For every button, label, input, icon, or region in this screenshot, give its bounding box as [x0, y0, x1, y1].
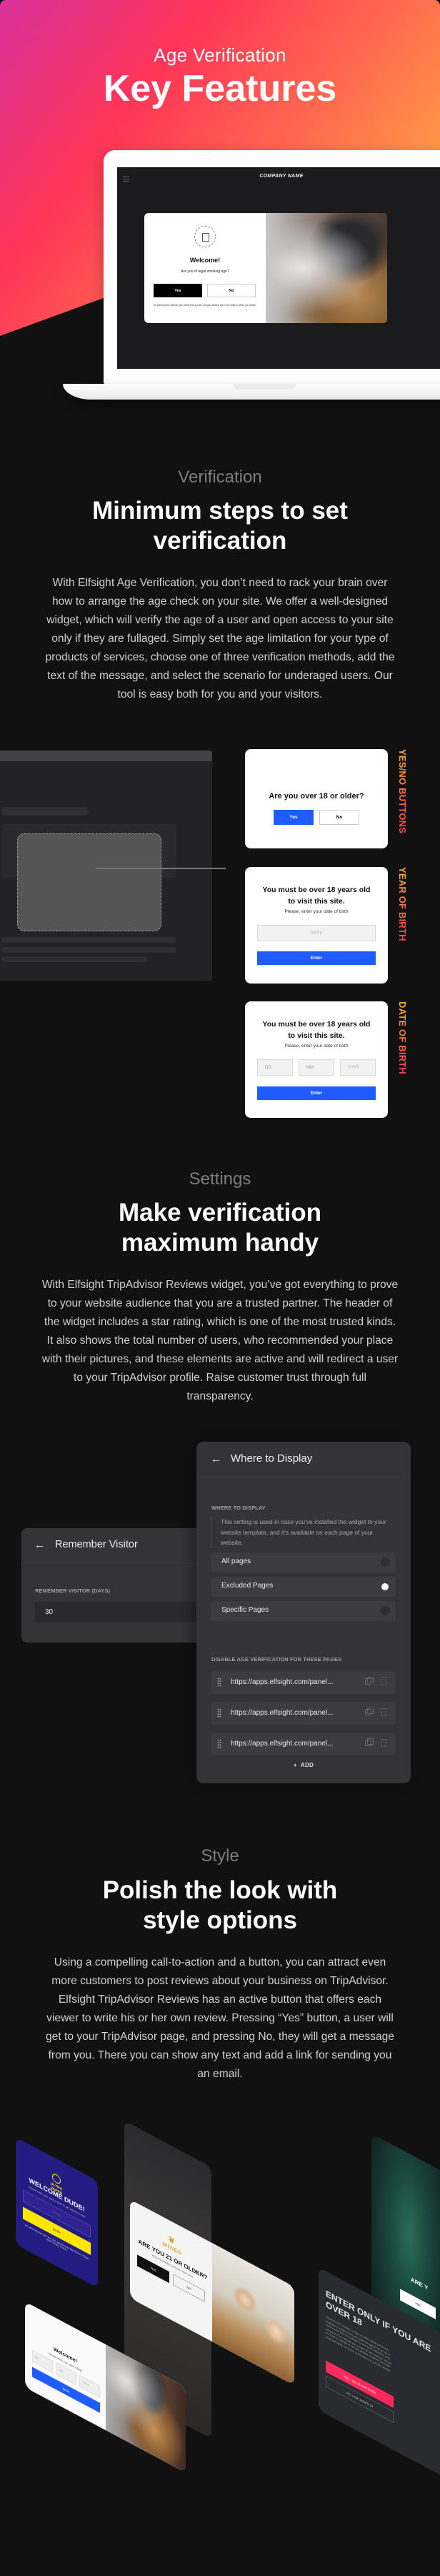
- cannabis-title: ARE Y: [411, 2276, 429, 2292]
- excluded-url-input[interactable]: https://apps.elfsight.com/panel...: [231, 1740, 356, 1748]
- duplicate-icon[interactable]: [365, 1677, 374, 1685]
- company-name: COMPANY NAME: [259, 174, 304, 179]
- widget-drop-zone[interactable]: [17, 833, 161, 931]
- verification-kicker: Verification: [178, 467, 262, 487]
- settings-kicker: Settings: [189, 1169, 251, 1189]
- enter-button[interactable]: Enter: [257, 1086, 376, 1100]
- method-label-yes-no: YES/NO BUTTONS: [394, 749, 408, 833]
- method-question: Are you over 18 or older?: [269, 792, 364, 801]
- back-arrow-icon[interactable]: ←: [211, 1453, 221, 1465]
- excluded-url-row: https://apps.elfsight.com/panel...: [211, 1671, 396, 1694]
- add-label: ADD: [300, 1762, 314, 1768]
- add-url-button[interactable]: + ADD: [196, 1762, 411, 1768]
- method-yes-button[interactable]: Yes: [274, 810, 314, 825]
- remember-visitor-panel: ← Remember Visitor REMEMBER VISITOR (DAY…: [21, 1528, 207, 1643]
- year-input[interactable]: YYYY: [257, 925, 376, 941]
- popup-no-button[interactable]: No: [207, 284, 256, 297]
- laptop-notch: [233, 384, 296, 390]
- remember-days-label: REMEMBER VISITOR (DAYS): [35, 1587, 111, 1594]
- editor-mockup: [0, 750, 212, 981]
- back-arrow-icon[interactable]: ←: [34, 1539, 45, 1551]
- wine-couple-photo: [212, 2243, 294, 2386]
- style-kicker: Style: [201, 1846, 239, 1866]
- drag-handle-icon[interactable]: [217, 1678, 221, 1687]
- radio-on-icon[interactable]: [381, 1583, 389, 1590]
- enter-button[interactable]: Enter: [257, 951, 376, 965]
- panel-header: ← Where to Display: [196, 1442, 411, 1478]
- panel-header: ← Remember Visitor: [21, 1528, 207, 1564]
- day-input[interactable]: DD: [257, 1059, 293, 1076]
- plus-icon: +: [293, 1762, 301, 1768]
- method-label-date-of-birth: DATE OF BIRTH: [394, 1001, 408, 1074]
- hero-subtitle: Age Verification: [154, 44, 286, 66]
- radio-option-excluded-pages[interactable]: Excluded Pages: [211, 1577, 396, 1597]
- editor-titlebar: [0, 750, 212, 761]
- trash-icon[interactable]: [381, 1739, 387, 1747]
- method-card-date-of-birth: You must be over 18 years old to visit t…: [245, 1001, 388, 1118]
- radio-option-specific-pages[interactable]: Specific Pages: [211, 1601, 396, 1621]
- duplicate-icon[interactable]: [365, 1708, 374, 1715]
- style-example-vape: ULTRA VAPER WELCOME DUDE! Please enter y…: [16, 2137, 98, 2289]
- disable-pages-label: DISABLE AGE VERIFICATION FOR THESE PAGES: [211, 1656, 342, 1663]
- wine-yes-button[interactable]: YES: [137, 2254, 169, 2284]
- panel-title: Where to Display: [231, 1452, 313, 1465]
- age-popup-welcome: Welcome! Are you of legal smoking age? Y…: [144, 213, 387, 323]
- year-input[interactable]: YYYY: [340, 1059, 376, 1076]
- wine-no-button[interactable]: NO: [173, 2273, 205, 2302]
- radio-off-icon[interactable]: [381, 1606, 390, 1615]
- skeleton-line: [1, 947, 176, 953]
- method-subtitle: Please, enter your date of birth: [284, 1044, 349, 1049]
- method-no-button[interactable]: No: [319, 810, 359, 825]
- where-to-display-label: WHERE TO DISPLAY: [211, 1505, 266, 1511]
- excluded-url-row: https://apps.elfsight.com/panel...: [211, 1702, 396, 1725]
- radio-label: Excluded Pages: [221, 1582, 274, 1590]
- page: Age Verification Key Features COMPANY NA…: [0, 0, 440, 2576]
- drag-handle-icon[interactable]: [217, 1708, 221, 1718]
- style-body: Using a compelling call-to-action and a …: [46, 1956, 394, 2080]
- connector-line: [96, 868, 226, 869]
- popup-yes-button[interactable]: Yes: [154, 284, 202, 297]
- popup-photo-smoking-woman: [266, 213, 387, 323]
- radio-option-all-pages[interactable]: All pages: [211, 1552, 396, 1572]
- brand-logo-icon: [194, 226, 216, 247]
- trash-icon[interactable]: [381, 1708, 387, 1716]
- skeleton-line: [1, 937, 176, 943]
- trash-icon[interactable]: [381, 1678, 387, 1685]
- month-input[interactable]: MM: [299, 1059, 334, 1076]
- method-card-yes-no: Are you over 18 or older? Yes No: [245, 749, 388, 848]
- verification-title: Minimum steps to set verification: [92, 497, 348, 555]
- method-title: You must be over 18 years old to visit t…: [262, 886, 371, 906]
- method-card-year-of-birth: You must be over 18 years old to visit t…: [245, 867, 388, 984]
- excluded-url-input[interactable]: https://apps.elfsight.com/panel...: [231, 1709, 356, 1717]
- skeleton-line: [1, 956, 148, 962]
- drag-handle-icon[interactable]: [217, 1739, 221, 1748]
- radio-off-icon[interactable]: [381, 1557, 390, 1567]
- hero-title: Key Features: [103, 68, 337, 109]
- method-label-year-of-birth: YEAR OF BIRTH: [394, 867, 408, 941]
- settings-title: Make verification maximum handy: [119, 1199, 321, 1257]
- skeleton-line: [1, 807, 89, 816]
- panel-title: Remember Visitor: [55, 1539, 138, 1550]
- excluded-url-row: https://apps.elfsight.com/panel...: [211, 1733, 396, 1755]
- settings-body: With Elfsight TripAdvisor Reviews widget…: [41, 1279, 399, 1402]
- where-to-display-note: This setting is used in case you've inst…: [211, 1517, 396, 1548]
- excluded-url-input[interactable]: https://apps.elfsight.com/panel...: [231, 1678, 356, 1686]
- duplicate-icon[interactable]: [365, 1738, 374, 1746]
- verification-body: With Elfsight Age Verification, you don’…: [45, 577, 395, 700]
- remember-days-input[interactable]: 30: [35, 1602, 207, 1623]
- radio-label: Specific Pages: [221, 1606, 269, 1614]
- where-to-display-panel: ← Where to Display WHERE TO DISPLAY This…: [196, 1442, 411, 1783]
- popup-title: Welcome!: [189, 257, 221, 264]
- style-title: Polish the look with style options: [102, 1876, 338, 1934]
- popup-question: Are you of legal smoking age?: [181, 269, 229, 274]
- method-subtitle: Please, enter your date of birth: [284, 909, 349, 914]
- radio-label: All pages: [221, 1557, 251, 1565]
- popup-disclaimer: By entering this website, you certify th…: [154, 304, 256, 307]
- popup-content: Welcome! Are you of legal smoking age? Y…: [144, 213, 266, 323]
- method-title: You must be over 18 years old to visit t…: [262, 1020, 371, 1040]
